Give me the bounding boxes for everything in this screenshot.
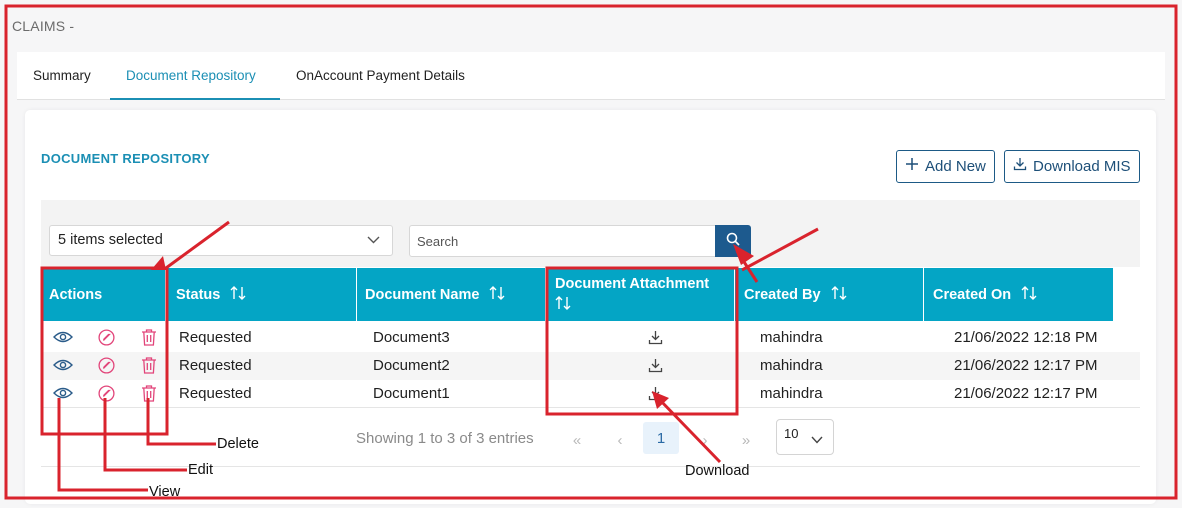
view-annotation-label: View (149, 484, 181, 500)
download-icon (1013, 150, 1027, 183)
edit-icon[interactable] (98, 357, 115, 379)
column-header-status[interactable]: Status (168, 268, 357, 321)
previous-page-button[interactable]: ‹ (605, 426, 635, 454)
search-button[interactable] (715, 225, 751, 257)
download-annotation-label: Download (685, 463, 750, 479)
sort-icon[interactable] (230, 285, 246, 304)
breadcrumb: CLAIMS - (12, 18, 75, 34)
add-new-button[interactable]: Add New (896, 150, 995, 183)
download-icon[interactable] (648, 386, 663, 406)
plus-icon (905, 150, 919, 183)
search-input[interactable] (409, 225, 716, 257)
edit-annotation-label: Edit (188, 462, 213, 478)
active-tab-indicator (110, 98, 280, 100)
view-icon[interactable] (53, 386, 73, 405)
document-name-cell: Document1 (373, 385, 450, 402)
status-cell: Requested (179, 329, 252, 346)
delete-icon[interactable] (141, 328, 157, 351)
search-icon (726, 232, 740, 251)
edit-icon[interactable] (98, 329, 115, 351)
tab-document-repository[interactable]: Document Repository (126, 52, 256, 99)
first-page-button[interactable]: « (562, 426, 592, 454)
last-page-button[interactable]: » (731, 426, 761, 454)
chevron-down-icon (367, 226, 380, 266)
created-by-cell: mahindra (760, 385, 823, 402)
created-by-cell: mahindra (760, 357, 823, 374)
table-header: Actions Status Document Name Document At… (41, 268, 1113, 321)
view-icon[interactable] (53, 330, 73, 349)
edit-icon[interactable] (98, 385, 115, 407)
table-row: Requested Document2 mahindra 21/06/2022 … (41, 352, 1140, 380)
created-on-cell: 21/06/2022 12:17 PM (954, 385, 1098, 402)
tab-summary[interactable]: Summary (33, 52, 91, 99)
column-header-created-on[interactable]: Created On (924, 268, 1113, 321)
table-row: Requested Document1 mahindra 21/06/2022 … (41, 380, 1140, 408)
sort-icon[interactable] (831, 285, 847, 304)
column-header-document-attachment[interactable]: Document Attachment (546, 268, 735, 321)
column-header-created-by[interactable]: Created By (735, 268, 924, 321)
download-mis-label: Download MIS (1033, 158, 1131, 175)
sort-icon[interactable] (489, 285, 505, 304)
column-multiselect[interactable]: 5 items selected (49, 225, 393, 256)
download-icon[interactable] (648, 358, 663, 378)
column-header-document-name[interactable]: Document Name (357, 268, 546, 321)
created-on-cell: 21/06/2022 12:18 PM (954, 329, 1098, 346)
status-cell: Requested (179, 385, 252, 402)
next-page-button[interactable]: › (690, 426, 720, 454)
sort-icon[interactable] (555, 295, 571, 314)
add-new-label: Add New (925, 158, 986, 175)
download-mis-button[interactable]: Download MIS (1004, 150, 1140, 183)
document-name-cell: Document2 (373, 357, 450, 374)
status-cell: Requested (179, 357, 252, 374)
delete-icon[interactable] (141, 356, 157, 379)
chevron-down-icon (811, 432, 823, 447)
delete-icon[interactable] (141, 384, 157, 407)
page-size-value: 10 (784, 426, 799, 441)
table-bottom-border (41, 407, 1140, 408)
page-size-select[interactable]: 10 (776, 419, 834, 455)
delete-annotation-label: Delete (217, 436, 259, 452)
multiselect-value: 5 items selected (58, 232, 163, 248)
pagination-summary: Showing 1 to 3 of 3 entries (356, 430, 534, 447)
document-name-cell: Document3 (373, 329, 450, 346)
created-on-cell: 21/06/2022 12:17 PM (954, 357, 1098, 374)
download-icon[interactable] (648, 330, 663, 350)
page-1-button[interactable]: 1 (643, 422, 679, 454)
view-icon[interactable] (53, 358, 73, 377)
section-title: DOCUMENT REPOSITORY (41, 151, 210, 166)
tab-onaccount-payment-details[interactable]: OnAccount Payment Details (296, 52, 465, 99)
column-header-actions: Actions (41, 268, 166, 321)
sort-icon[interactable] (1021, 285, 1037, 304)
tab-bar: Summary Document Repository OnAccount Pa… (17, 52, 1165, 100)
created-by-cell: mahindra (760, 329, 823, 346)
table-row: Requested Document3 mahindra 21/06/2022 … (41, 324, 1140, 352)
